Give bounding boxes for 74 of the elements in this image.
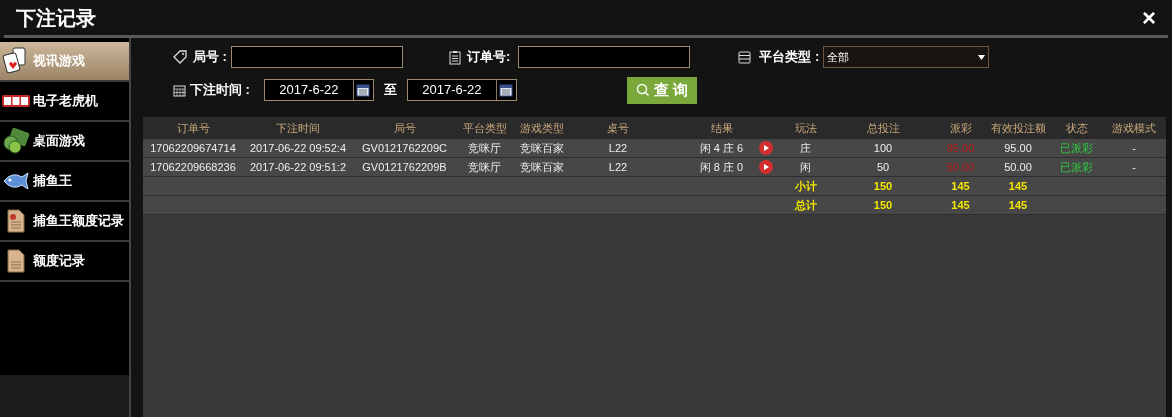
- column-header: 状态: [1064, 120, 1089, 136]
- column-header: 有效投注额: [989, 120, 1047, 136]
- play-icon[interactable]: [758, 141, 773, 155]
- cash-icon: [2, 128, 30, 154]
- round-label: 局号 :: [193, 48, 227, 67]
- table-cell-text: 145: [950, 197, 971, 213]
- table-cell-text: -: [1131, 140, 1137, 156]
- column-header: 派彩: [948, 120, 973, 136]
- calendar-button[interactable]: [495, 80, 516, 100]
- table-cell-text: 2017-06-22 09:52:4: [249, 140, 347, 156]
- table-cell-text: 50.00: [945, 159, 976, 175]
- calendar-button[interactable]: [352, 80, 373, 100]
- table-cell-text: 竞咪厅: [467, 140, 502, 156]
- table-cell-text: 95.00: [945, 140, 976, 156]
- table-cell-text: 50.00: [1003, 159, 1033, 175]
- table-cell-text: 150: [872, 178, 894, 194]
- table-cell-text: 总计: [793, 197, 818, 213]
- table-cell-text: 小计: [793, 178, 818, 194]
- fish-icon: [2, 171, 30, 191]
- table-cell-text: 竞咪百家: [518, 140, 565, 156]
- table-cell-text: 17062209674714: [149, 140, 237, 156]
- column-header: 平台类型: [461, 120, 508, 136]
- order-label: 订单号:: [466, 48, 511, 67]
- clipboard-icon: [448, 49, 461, 65]
- platform-label: 平台类型 :: [759, 48, 820, 67]
- table-cell-text: 100: [872, 140, 894, 156]
- table-cell-text: 闲: [799, 159, 812, 175]
- table-cell-text: GV0121762209B: [361, 159, 448, 175]
- table-cell-text: 庄: [799, 140, 812, 156]
- table-cell-text: L22: [607, 159, 629, 175]
- table-cell-text: 145: [1007, 197, 1029, 213]
- table-cell-text: L22: [607, 140, 629, 156]
- table-cell-text: 竞咪厅: [467, 159, 502, 175]
- platform-select[interactable]: 全部: [823, 46, 990, 68]
- play-icon[interactable]: [758, 160, 773, 174]
- tag-icon: [173, 50, 187, 64]
- column-header: 玩法: [793, 120, 818, 136]
- table-cell-text: 145: [950, 178, 971, 194]
- slot-machine-icon: [2, 93, 30, 109]
- table-cell-text: GV0121762209C: [361, 140, 448, 156]
- close-button[interactable]: ×: [1142, 5, 1156, 30]
- column-header: 游戏类型: [518, 120, 565, 136]
- table-cell-text: 95.00: [1003, 140, 1033, 156]
- table-cell-text: 闲 4 庄 6: [698, 140, 744, 156]
- column-header: 下注时间: [275, 120, 321, 136]
- caret-icon: [978, 54, 986, 60]
- table-cell-text: -: [1131, 159, 1137, 175]
- table-cell-text: 2017-06-22 09:51:2: [249, 159, 347, 175]
- search-icon: [635, 83, 650, 97]
- column-header: 结果: [710, 120, 734, 136]
- table-cell-text: 50: [875, 159, 891, 175]
- document-icon: [6, 249, 26, 273]
- column-header: 局号: [392, 120, 417, 136]
- document-icon: [6, 209, 26, 233]
- order-field[interactable]: [518, 46, 691, 68]
- list-icon: [738, 50, 752, 64]
- table-cell-text: 已派彩: [1059, 159, 1094, 175]
- calendar-icon: [173, 83, 186, 97]
- column-header: 总投注: [865, 120, 901, 136]
- column-header: 订单号: [175, 120, 211, 136]
- table-cell-text: 150: [872, 197, 894, 213]
- date-from-field[interactable]: 2017-6-22: [263, 79, 374, 101]
- table-cell-text: 竞咪百家: [518, 159, 565, 175]
- table-cell-text: 已派彩: [1059, 140, 1094, 156]
- time-label: 下注时间 :: [190, 81, 250, 100]
- table-cell-text: 17062209668236: [149, 159, 237, 175]
- table-cell-text: 闲 8 庄 0: [698, 159, 744, 175]
- date-to-field[interactable]: 2017-6-22: [406, 79, 517, 101]
- table-cell-text: 145: [1007, 178, 1029, 194]
- round-field[interactable]: [230, 46, 403, 68]
- to-label: 至: [383, 81, 397, 100]
- column-header: 桌号: [606, 120, 630, 136]
- window-title: 下注记录: [16, 5, 96, 31]
- column-header: 游戏模式: [1111, 120, 1157, 136]
